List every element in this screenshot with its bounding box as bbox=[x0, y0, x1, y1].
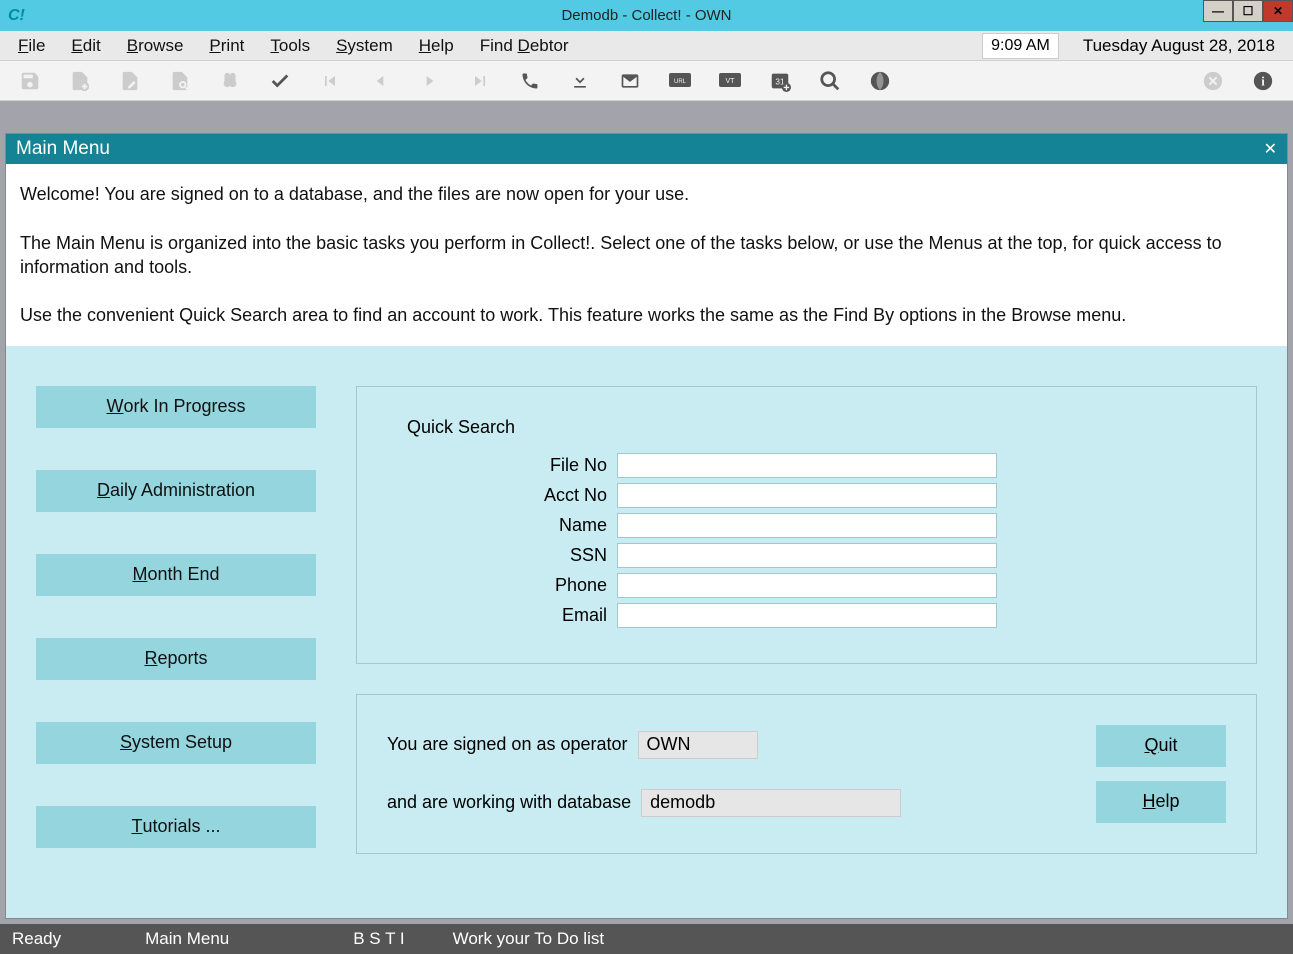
maximize-button[interactable]: ☐ bbox=[1233, 0, 1263, 22]
input-file-no[interactable] bbox=[617, 453, 997, 478]
welcome-text-3: Use the convenient Quick Search area to … bbox=[20, 303, 1273, 327]
search-icon[interactable] bbox=[818, 69, 842, 93]
search-doc-icon[interactable] bbox=[168, 69, 192, 93]
download-icon[interactable] bbox=[568, 69, 592, 93]
help-button[interactable]: Help bbox=[1096, 781, 1226, 823]
status-section: Main Menu bbox=[133, 929, 241, 949]
content-area: Work In Progress Daily Administration Mo… bbox=[6, 346, 1287, 918]
nav-daily-administration[interactable]: Daily Administration bbox=[36, 470, 316, 512]
edit-doc-icon[interactable] bbox=[118, 69, 142, 93]
svg-text:URL: URL bbox=[674, 79, 687, 85]
nav-reports[interactable]: Reports bbox=[36, 638, 316, 680]
first-icon[interactable] bbox=[318, 69, 342, 93]
info-panel: You are signed on as operator OWN and ar… bbox=[356, 694, 1257, 854]
menu-edit[interactable]: Edit bbox=[71, 36, 100, 56]
phone-icon[interactable] bbox=[518, 69, 542, 93]
title-bar: C! Demodb - Collect! - OWN — ☐ ✕ bbox=[0, 0, 1293, 31]
action-buttons: Quit Help bbox=[1096, 725, 1226, 823]
welcome-text-2: The Main Menu is organized into the basi… bbox=[20, 231, 1273, 280]
status-ready: Ready bbox=[0, 929, 73, 949]
input-name[interactable] bbox=[617, 513, 997, 538]
menu-help[interactable]: Help bbox=[419, 36, 454, 56]
calendar-add-icon[interactable]: 31 bbox=[768, 69, 792, 93]
menu-bar: File Edit Browse Print Tools System Help… bbox=[0, 31, 1293, 61]
input-phone[interactable] bbox=[617, 573, 997, 598]
close-button[interactable]: ✕ bbox=[1263, 0, 1293, 22]
binoculars-icon[interactable] bbox=[218, 69, 242, 93]
label-email: Email bbox=[407, 605, 617, 626]
input-email[interactable] bbox=[617, 603, 997, 628]
prev-icon[interactable] bbox=[368, 69, 392, 93]
status-letters: B S T I bbox=[341, 929, 416, 949]
nav-month-end[interactable]: Month End bbox=[36, 554, 316, 596]
panel-title-bar: Main Menu ✕ bbox=[6, 134, 1287, 164]
quick-search-title: Quick Search bbox=[407, 417, 1216, 438]
next-icon[interactable] bbox=[418, 69, 442, 93]
panel-close-icon[interactable]: ✕ bbox=[1264, 139, 1277, 159]
menu-file[interactable]: File bbox=[18, 36, 45, 56]
new-doc-icon[interactable] bbox=[68, 69, 92, 93]
welcome-area: Welcome! You are signed on to a database… bbox=[6, 164, 1287, 346]
input-acct-no[interactable] bbox=[617, 483, 997, 508]
app-body: Main Menu ✕ Welcome! You are signed on t… bbox=[0, 101, 1293, 924]
panel-title: Main Menu bbox=[16, 138, 110, 160]
save-icon[interactable] bbox=[18, 69, 42, 93]
menu-system[interactable]: System bbox=[336, 36, 393, 56]
card-url-icon[interactable]: URL bbox=[668, 69, 692, 93]
label-phone: Phone bbox=[407, 575, 617, 596]
nav-system-setup[interactable]: System Setup bbox=[36, 722, 316, 764]
label-ssn: SSN bbox=[407, 545, 617, 566]
input-ssn[interactable] bbox=[617, 543, 997, 568]
operator-value: OWN bbox=[638, 731, 758, 759]
menu-browse[interactable]: Browse bbox=[127, 36, 184, 56]
cancel-icon[interactable] bbox=[1201, 69, 1225, 93]
app-icon: C! bbox=[0, 7, 33, 25]
label-file-no: File No bbox=[407, 455, 617, 476]
last-icon[interactable] bbox=[468, 69, 492, 93]
svg-text:i: i bbox=[1261, 74, 1265, 88]
right-column: Quick Search File No Acct No Name SSN Ph… bbox=[356, 386, 1257, 898]
database-value: demodb bbox=[641, 789, 901, 817]
label-name: Name bbox=[407, 515, 617, 536]
quit-button[interactable]: Quit bbox=[1096, 725, 1226, 767]
status-bar: Ready Main Menu B S T I Work your To Do … bbox=[0, 924, 1293, 954]
minimize-button[interactable]: — bbox=[1203, 0, 1233, 22]
label-acct-no: Acct No bbox=[407, 485, 617, 506]
info-database-label: and are working with database bbox=[387, 792, 631, 813]
nav-tutorials[interactable]: Tutorials ... bbox=[36, 806, 316, 848]
window-title: Demodb - Collect! - OWN bbox=[561, 7, 731, 24]
menu-tools[interactable]: Tools bbox=[270, 36, 310, 56]
card-vt-icon[interactable]: VT bbox=[718, 69, 742, 93]
nav-work-in-progress[interactable]: Work In Progress bbox=[36, 386, 316, 428]
menu-print[interactable]: Print bbox=[209, 36, 244, 56]
info-operator-label: You are signed on as operator bbox=[387, 734, 628, 755]
time-display: 9:09 AM bbox=[982, 33, 1059, 59]
status-hint: Work your To Do list bbox=[441, 929, 616, 949]
nav-buttons: Work In Progress Daily Administration Mo… bbox=[36, 386, 316, 898]
window-controls: — ☐ ✕ bbox=[1203, 0, 1293, 22]
menu-find-debtor[interactable]: Find Debtor bbox=[480, 36, 569, 56]
date-display: Tuesday August 28, 2018 bbox=[1067, 36, 1275, 56]
checkmark-icon[interactable] bbox=[268, 69, 292, 93]
svg-text:VT: VT bbox=[726, 78, 736, 85]
info-icon[interactable]: i bbox=[1251, 69, 1275, 93]
globe-icon[interactable] bbox=[868, 69, 892, 93]
quick-search-panel: Quick Search File No Acct No Name SSN Ph… bbox=[356, 386, 1257, 664]
toolbar: URL VT 31 i bbox=[0, 61, 1293, 101]
main-menu-window: Main Menu ✕ Welcome! You are signed on t… bbox=[5, 133, 1288, 919]
welcome-text-1: Welcome! You are signed on to a database… bbox=[20, 182, 1273, 206]
envelope-icon[interactable] bbox=[618, 69, 642, 93]
